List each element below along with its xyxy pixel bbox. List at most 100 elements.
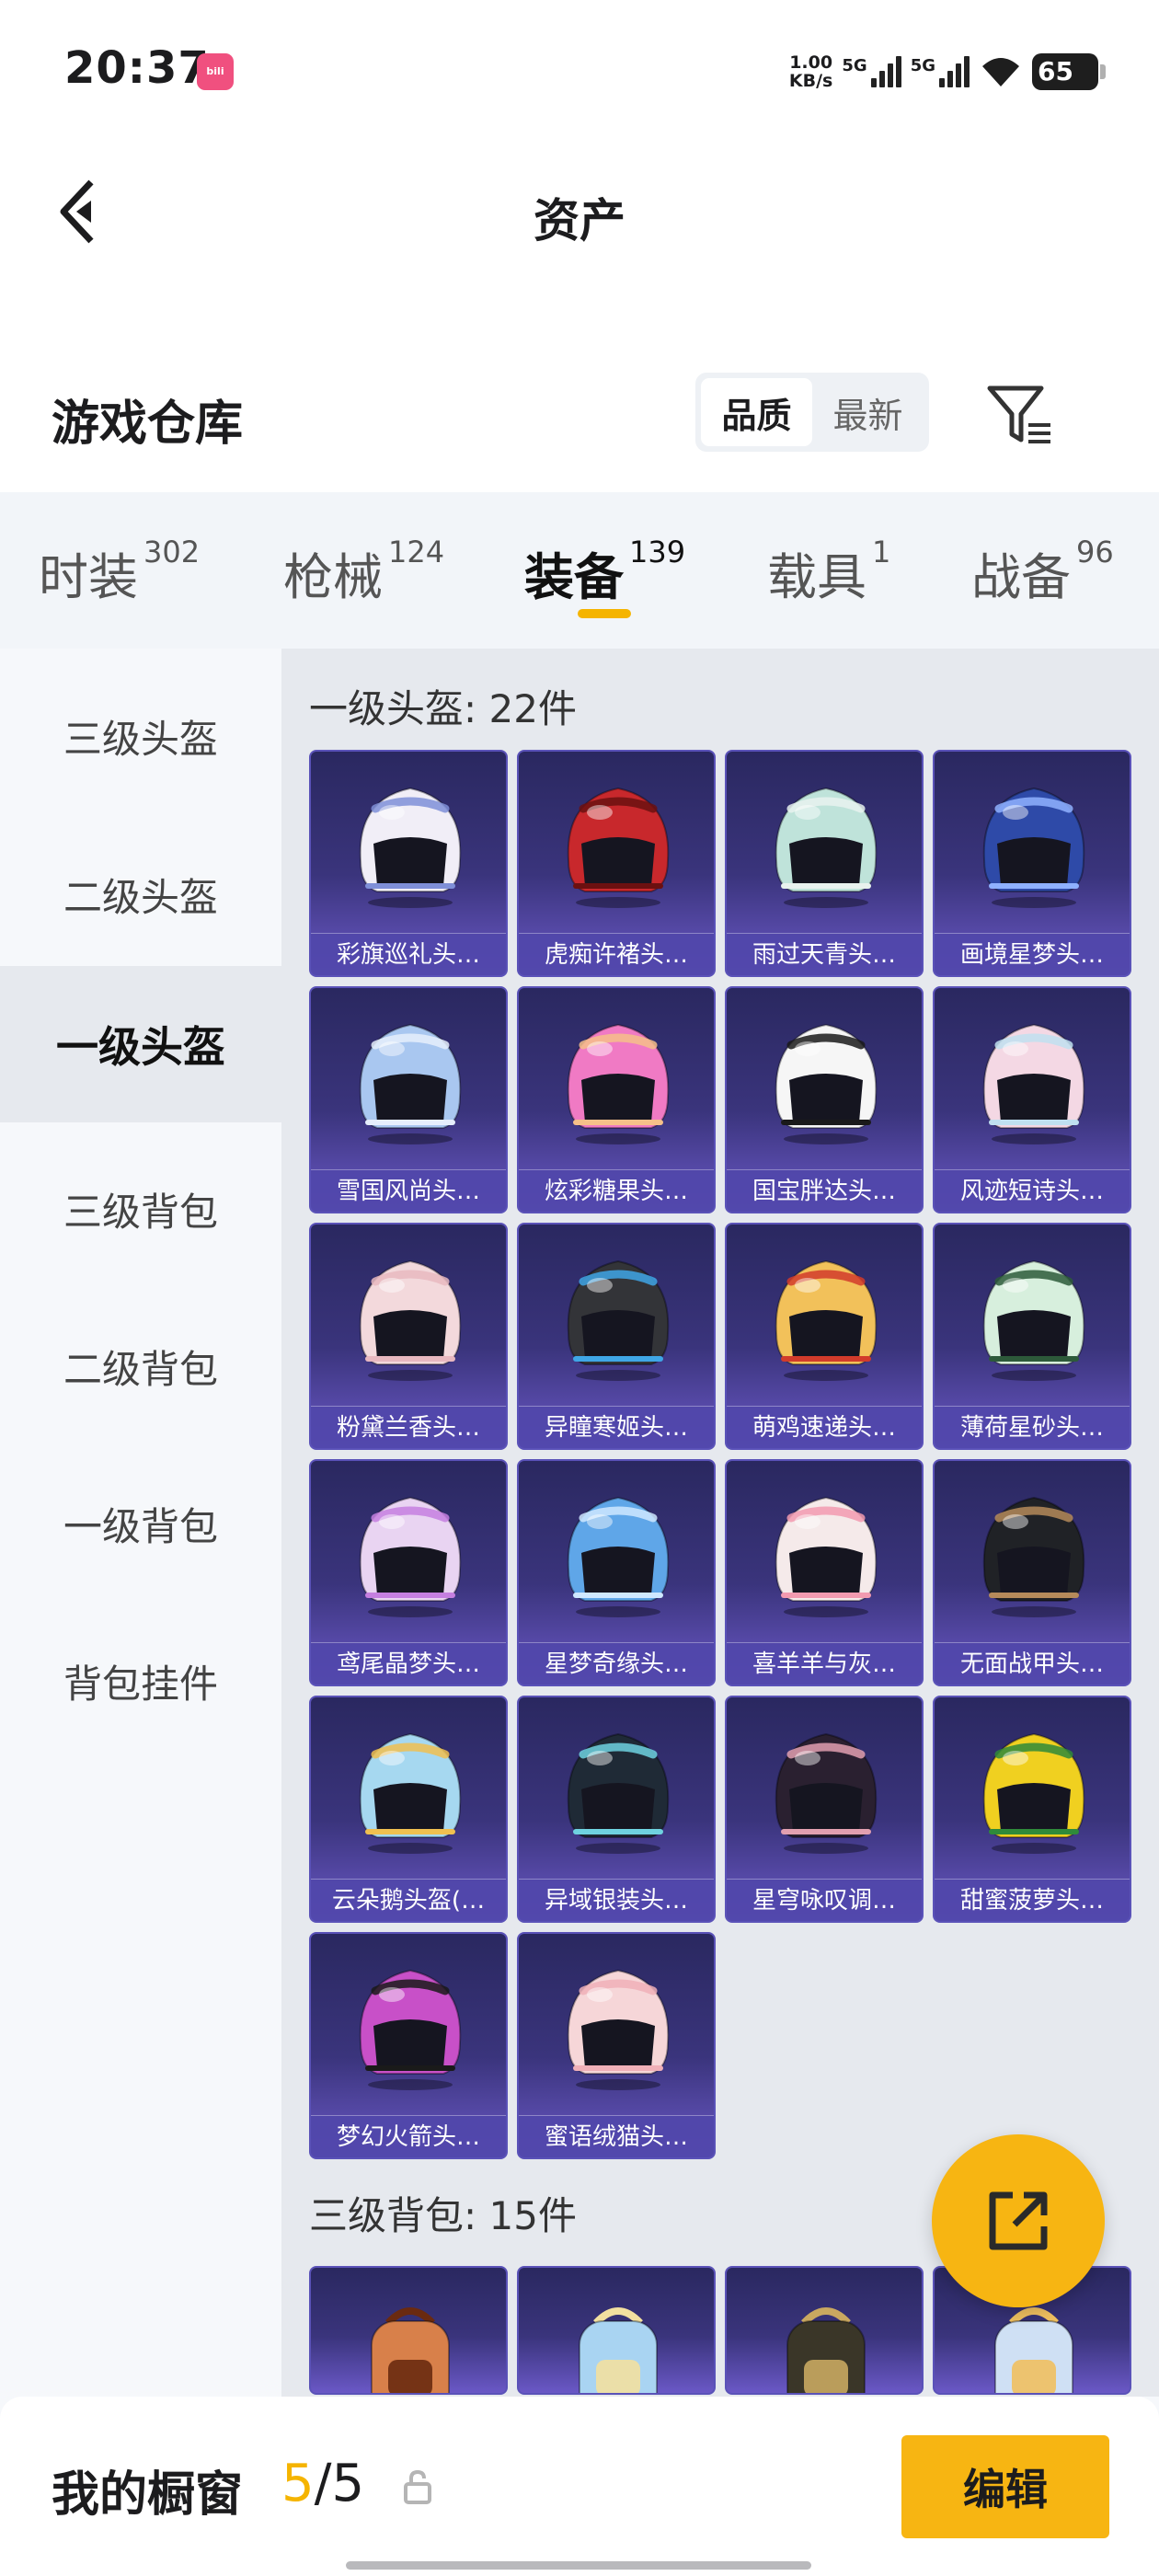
helmet-card[interactable]: 彩旗巡礼头… xyxy=(309,750,508,977)
item-name: 梦幻火箭头… xyxy=(311,2115,506,2157)
helmet-icon xyxy=(982,1023,1085,1144)
item-name: 萌鸡速递头… xyxy=(727,1406,922,1448)
sidebar-item-level3-helmet[interactable]: 三级头盔 xyxy=(0,658,281,814)
helmet-card[interactable]: 雨过天青头… xyxy=(725,750,924,977)
bilibili-app-icon: bili xyxy=(197,53,234,90)
item-name: 异瞳寒姬头… xyxy=(519,1406,714,1448)
tab-equipment[interactable]: 装备 139 xyxy=(524,535,685,609)
tab-fashion[interactable]: 时装 302 xyxy=(39,535,200,609)
lock-icon xyxy=(404,2469,431,2504)
share-external-icon xyxy=(989,2191,1048,2250)
helmet-card[interactable]: 星梦奇缘头… xyxy=(517,1459,716,1686)
sort-option-quality[interactable]: 品质 xyxy=(701,378,812,446)
item-name: 喜羊羊与灰… xyxy=(727,1642,922,1685)
helmet-icon xyxy=(982,787,1085,908)
helmet-icon xyxy=(567,1496,670,1617)
helmet-card[interactable]: 蜜语绒猫头… xyxy=(517,1932,716,2159)
home-indicator xyxy=(346,2561,811,2570)
sidebar-item-level2-backpack[interactable]: 二级背包 xyxy=(0,1288,281,1444)
network-speed: 1.00 KB/s xyxy=(788,52,833,91)
helmet-icon xyxy=(775,1496,878,1617)
item-name: 国宝胖达头… xyxy=(727,1169,922,1212)
helmet-card[interactable]: 风迹短诗头… xyxy=(933,986,1131,1213)
item-name: 蜜语绒猫头… xyxy=(519,2115,714,2157)
helmet-card[interactable]: 喜羊羊与灰… xyxy=(725,1459,924,1686)
tab-firearms[interactable]: 枪械 124 xyxy=(283,535,444,609)
category-tabs: 时装 302 枪械 124 装备 139 载具 1 战备 96 xyxy=(0,492,1159,649)
page-title: 资产 xyxy=(534,194,625,247)
helmet-card[interactable]: 薄荷星砂头… xyxy=(933,1223,1131,1450)
helmet-card[interactable]: 画境星梦头… xyxy=(933,750,1131,977)
showcase-count: 5/5 xyxy=(281,2454,365,2513)
helmet-card[interactable]: 梦幻火箭头… xyxy=(309,1932,508,2159)
status-time: 20:37 xyxy=(64,42,210,94)
helmet-card[interactable]: 异瞳寒姬头… xyxy=(517,1223,716,1450)
active-tab-indicator xyxy=(578,609,631,618)
backpack-card[interactable] xyxy=(517,2266,716,2395)
tab-vehicles[interactable]: 载具 1 xyxy=(767,535,890,609)
subcategory-sidebar: 三级头盔 二级头盔 一级头盔 三级背包 二级背包 一级背包 背包挂件 xyxy=(0,649,281,2397)
helmet-card[interactable]: 粉黛兰香头… xyxy=(309,1223,508,1450)
helmet-card[interactable]: 无面战甲头… xyxy=(933,1459,1131,1686)
helmet-card[interactable]: 鸢尾晶梦头… xyxy=(309,1459,508,1686)
sort-toggle: 品质 最新 xyxy=(695,373,929,452)
app-header: 资产 xyxy=(0,147,1159,276)
warehouse-header: 游戏仓库 品质 最新 xyxy=(0,276,1159,492)
helmet-card[interactable]: 雪国风尚头… xyxy=(309,986,508,1213)
helmet-card[interactable]: 炫彩糖果头… xyxy=(517,986,716,1213)
backpack-icon xyxy=(371,2307,450,2393)
share-button[interactable] xyxy=(932,2134,1105,2307)
sidebar-item-level1-helmet[interactable]: 一级头盔 xyxy=(0,966,281,1122)
item-name: 粉黛兰香头… xyxy=(311,1406,506,1448)
item-name: 星穹咏叹调… xyxy=(727,1879,922,1921)
helmet-icon xyxy=(567,1969,670,2090)
showcase-bar: 我的橱窗 5/5 编辑 xyxy=(0,2397,1159,2576)
backpack-icon xyxy=(994,2307,1073,2393)
item-name: 虎痴许褚头… xyxy=(519,933,714,975)
helmet-card[interactable]: 萌鸡速递头… xyxy=(725,1223,924,1450)
helmet-icon xyxy=(567,1023,670,1144)
helmet-card[interactable]: 甜蜜菠萝头… xyxy=(933,1696,1131,1923)
status-indicators: 1.00 KB/s 5G 5G 65 xyxy=(788,46,1106,98)
sidebar-item-level3-backpack[interactable]: 三级背包 xyxy=(0,1131,281,1287)
wifi-icon xyxy=(982,58,1019,86)
backpack-card[interactable] xyxy=(725,2266,924,2395)
helmet-card[interactable]: 星穹咏叹调… xyxy=(725,1696,924,1923)
backpack-icon xyxy=(579,2307,658,2393)
helmet-card[interactable]: 国宝胖达头… xyxy=(725,986,924,1213)
helmet-icon xyxy=(567,787,670,908)
item-name: 异域银装头… xyxy=(519,1879,714,1921)
item-name: 雨过天青头… xyxy=(727,933,922,975)
item-name: 画境星梦头… xyxy=(935,933,1130,975)
sort-option-latest[interactable]: 最新 xyxy=(812,378,924,446)
helmet-icon xyxy=(775,1023,878,1144)
edit-button[interactable]: 编辑 xyxy=(901,2435,1109,2538)
item-name: 炫彩糖果头… xyxy=(519,1169,714,1212)
group-title: 一级头盔: 22件 xyxy=(309,686,577,731)
helmet-icon xyxy=(359,1732,462,1854)
item-name: 无面战甲头… xyxy=(935,1642,1130,1685)
tab-supplies[interactable]: 战备 96 xyxy=(971,535,1114,609)
helmet-card[interactable]: 异域银装头… xyxy=(517,1696,716,1923)
signal-icon: 5G xyxy=(911,56,970,87)
sidebar-item-level1-backpack[interactable]: 一级背包 xyxy=(0,1445,281,1602)
sidebar-item-backpack-charm[interactable]: 背包挂件 xyxy=(0,1603,281,1759)
item-name: 薄荷星砂头… xyxy=(935,1406,1130,1448)
helmet-icon xyxy=(567,1259,670,1381)
helmet-grid: 彩旗巡礼头… 虎痴许褚头… 雨过天青头… 画境星梦头… 雪国风尚头… 炫彩糖果头… 国宝胖达… xyxy=(309,750,1131,2159)
helmet-card[interactable]: 虎痴许褚头… xyxy=(517,750,716,977)
sidebar-item-level2-helmet[interactable]: 二级头盔 xyxy=(0,816,281,972)
helmet-icon xyxy=(359,1023,462,1144)
status-bar: 20:37 bili 1.00 KB/s 5G 5G 65 xyxy=(0,0,1159,147)
group-title: 三级背包: 15件 xyxy=(309,2193,577,2238)
filter-icon[interactable] xyxy=(986,383,1056,447)
item-name: 星梦奇缘头… xyxy=(519,1642,714,1685)
helmet-icon xyxy=(359,787,462,908)
item-name: 鸢尾晶梦头… xyxy=(311,1642,506,1685)
helmet-icon xyxy=(359,1259,462,1381)
item-name: 风迹短诗头… xyxy=(935,1169,1130,1212)
backpack-card[interactable] xyxy=(309,2266,508,2395)
helmet-card[interactable]: 云朵鹅头盔(… xyxy=(309,1696,508,1923)
helmet-icon xyxy=(982,1496,1085,1617)
helmet-icon xyxy=(359,1496,462,1617)
